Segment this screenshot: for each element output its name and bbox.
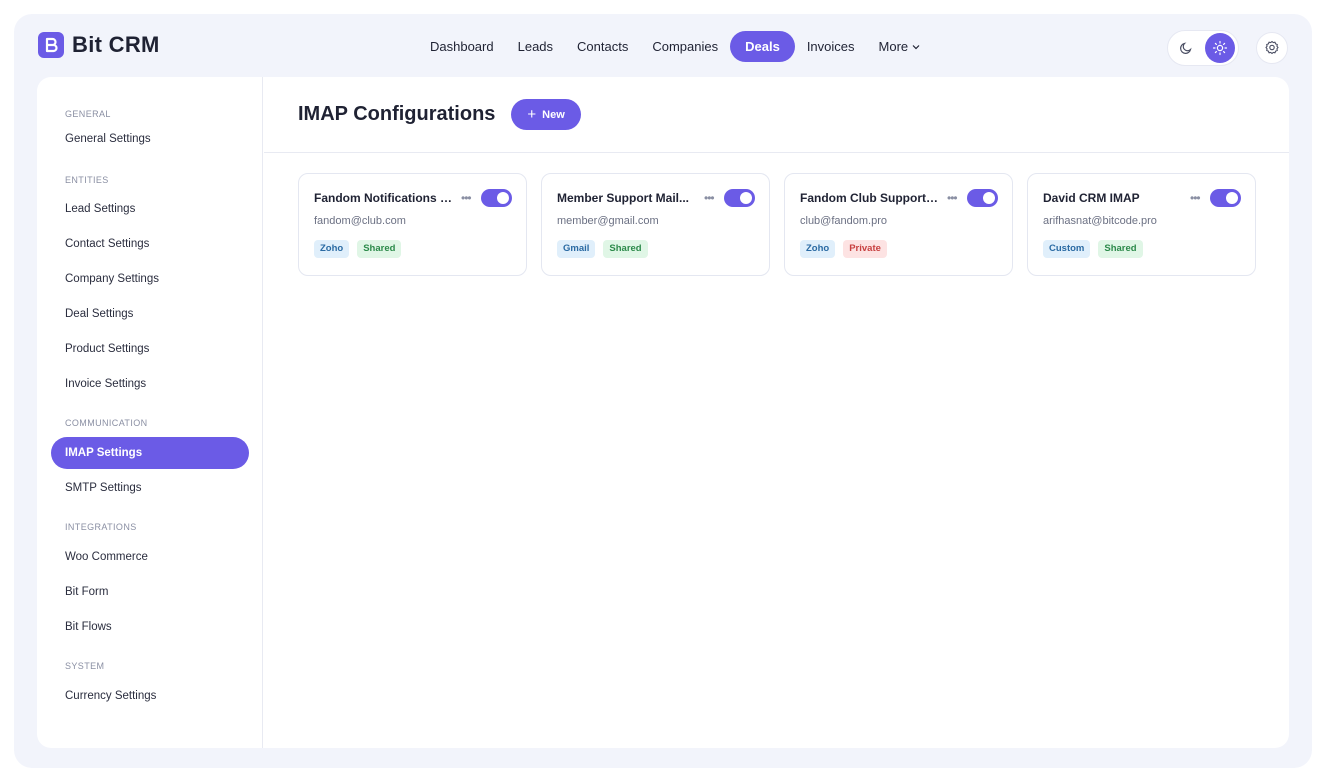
imap-card[interactable]: Fandom Notifications I... ••• fandom@clu… bbox=[298, 173, 527, 276]
sidebar-item-currency-settings[interactable]: Currency Settings bbox=[37, 680, 249, 712]
card-title: David CRM IMAP bbox=[1043, 191, 1140, 205]
nav-companies[interactable]: Companies bbox=[640, 31, 730, 62]
nav-dashboard[interactable]: Dashboard bbox=[418, 31, 506, 62]
provider-badge: Gmail bbox=[557, 240, 596, 258]
plus-icon: + bbox=[527, 106, 537, 123]
sidebar-item-invoice-settings[interactable]: Invoice Settings bbox=[37, 368, 249, 400]
theme-toggle bbox=[1167, 30, 1239, 66]
main-panel: GENERAL General Settings ENTITIES Lead S… bbox=[37, 77, 1289, 748]
sidebar-section-communication: COMMUNICATION bbox=[65, 418, 148, 428]
sidebar-item-lead-settings[interactable]: Lead Settings bbox=[37, 193, 249, 225]
visibility-badge: Shared bbox=[603, 240, 648, 258]
sidebar-item-woo-commerce[interactable]: Woo Commerce bbox=[37, 541, 249, 573]
visibility-badge: Private bbox=[843, 240, 887, 258]
more-options-icon[interactable]: ••• bbox=[1190, 191, 1201, 205]
sidebar-item-smtp-settings[interactable]: SMTP Settings bbox=[37, 472, 249, 504]
sidebar-item-company-settings[interactable]: Company Settings bbox=[37, 263, 249, 295]
more-options-icon[interactable]: ••• bbox=[704, 191, 715, 205]
content-header: IMAP Configurations + New bbox=[264, 77, 1289, 153]
card-title: Member Support Mail... bbox=[557, 191, 690, 205]
moon-icon[interactable] bbox=[1171, 33, 1201, 63]
nav-more-label: More bbox=[878, 39, 909, 54]
app-shell: Bit CRM Dashboard Leads Contacts Compani… bbox=[14, 14, 1312, 768]
sidebar-item-bit-flows[interactable]: Bit Flows bbox=[37, 611, 249, 643]
provider-badge: Zoho bbox=[800, 240, 836, 258]
nav-invoices[interactable]: Invoices bbox=[795, 31, 867, 62]
card-title: Fandom Notifications I... bbox=[314, 191, 452, 205]
nav-more[interactable]: More bbox=[867, 31, 933, 62]
sidebar-section-integrations: INTEGRATIONS bbox=[65, 522, 137, 532]
sidebar-item-contact-settings[interactable]: Contact Settings bbox=[37, 228, 249, 260]
imap-card-list: Fandom Notifications I... ••• fandom@clu… bbox=[298, 173, 1256, 276]
new-button-label: New bbox=[542, 108, 565, 121]
provider-badge: Zoho bbox=[314, 240, 350, 258]
enable-toggle[interactable] bbox=[724, 189, 755, 207]
more-options-icon[interactable]: ••• bbox=[947, 191, 958, 205]
sidebar-item-deal-settings[interactable]: Deal Settings bbox=[37, 298, 249, 330]
sidebar-section-entities: ENTITIES bbox=[65, 175, 109, 185]
nav-deals[interactable]: Deals bbox=[730, 31, 795, 62]
imap-card[interactable]: David CRM IMAP ••• arifhasnat@bitcode.pr… bbox=[1027, 173, 1256, 276]
sidebar-item-imap-settings[interactable]: IMAP Settings bbox=[51, 437, 249, 469]
logo-icon bbox=[38, 32, 64, 58]
sun-icon[interactable] bbox=[1205, 33, 1235, 63]
visibility-badge: Shared bbox=[357, 240, 402, 258]
content-area: IMAP Configurations + New Fandom Notific… bbox=[264, 77, 1289, 748]
logo[interactable]: Bit CRM bbox=[38, 32, 160, 58]
nav-contacts[interactable]: Contacts bbox=[565, 31, 640, 62]
nav-leads[interactable]: Leads bbox=[506, 31, 565, 62]
chevron-down-icon bbox=[912, 42, 920, 52]
gear-icon[interactable] bbox=[1256, 32, 1288, 64]
card-email: arifhasnat@bitcode.pro bbox=[1043, 215, 1157, 227]
page-title: IMAP Configurations bbox=[298, 103, 496, 125]
logo-text: Bit CRM bbox=[72, 32, 160, 57]
more-options-icon[interactable]: ••• bbox=[461, 191, 472, 205]
card-email: member@gmail.com bbox=[557, 215, 659, 227]
settings-sidebar: GENERAL General Settings ENTITIES Lead S… bbox=[37, 77, 263, 748]
sidebar-section-system: SYSTEM bbox=[65, 661, 105, 671]
provider-badge: Custom bbox=[1043, 240, 1091, 258]
top-navigation: Dashboard Leads Contacts Companies Deals… bbox=[418, 31, 932, 62]
enable-toggle[interactable] bbox=[1210, 189, 1241, 207]
sidebar-item-general-settings[interactable]: General Settings bbox=[37, 123, 249, 155]
sidebar-item-bit-form[interactable]: Bit Form bbox=[37, 576, 249, 608]
imap-card[interactable]: Fandom Club Support I... ••• club@fandom… bbox=[784, 173, 1013, 276]
new-button[interactable]: + New bbox=[511, 99, 581, 130]
enable-toggle[interactable] bbox=[481, 189, 512, 207]
imap-card[interactable]: Member Support Mail... ••• member@gmail.… bbox=[541, 173, 770, 276]
visibility-badge: Shared bbox=[1098, 240, 1143, 258]
card-email: fandom@club.com bbox=[314, 215, 406, 227]
sidebar-item-product-settings[interactable]: Product Settings bbox=[37, 333, 249, 365]
sidebar-section-general: GENERAL bbox=[65, 109, 111, 119]
card-email: club@fandom.pro bbox=[800, 215, 887, 227]
enable-toggle[interactable] bbox=[967, 189, 998, 207]
card-title: Fandom Club Support I... bbox=[800, 191, 938, 205]
